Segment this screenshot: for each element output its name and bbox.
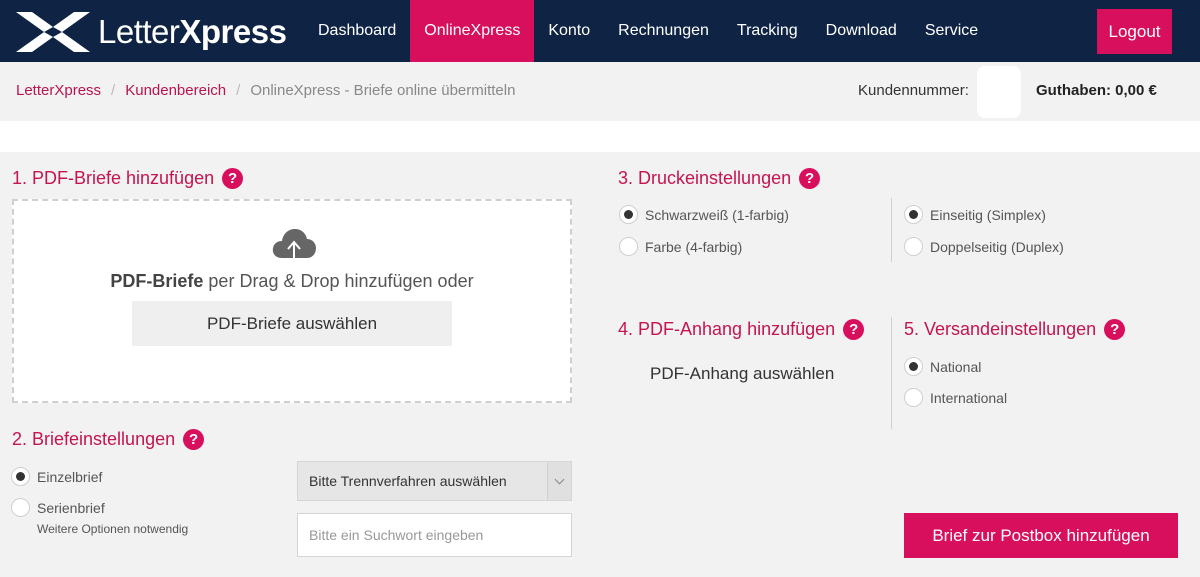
help-icon[interactable]: ? — [222, 168, 244, 189]
help-icon[interactable]: ? — [843, 319, 865, 340]
dropzone-text: PDF-Briefe per Drag & Drop hinzufügen od… — [110, 271, 474, 291]
section-title-text: 1. PDF-Briefe hinzufügen — [12, 168, 215, 188]
chevron-down-icon[interactable] — [547, 462, 571, 500]
help-icon[interactable]: ? — [799, 168, 821, 189]
balance: Guthaben: 0,00 € — [1036, 82, 1157, 99]
select-value: Bitte Trennverfahren auswählen — [309, 473, 507, 489]
cloud-upload-icon — [272, 229, 316, 260]
section-pdf-letters-title: 1. PDF-Briefe hinzufügen ? — [12, 168, 244, 189]
breadcrumb: LetterXpress / Kundenbereich / OnlineXpr… — [16, 82, 515, 99]
logout-button[interactable]: Logout — [1097, 9, 1172, 54]
section-title-text: 4. PDF-Anhang hinzufügen — [618, 319, 836, 339]
section-title-text: 5. Versandeinstellungen — [904, 319, 1097, 339]
radio-unselected-icon — [904, 388, 923, 407]
help-icon[interactable]: ? — [183, 429, 205, 450]
logo-text: LetterXpress — [98, 13, 287, 50]
section-shipping-settings-title: 5. Versandeinstellungen ? — [904, 319, 1126, 340]
nav-konto[interactable]: Konto — [534, 0, 604, 62]
radio-label: Einzelbrief — [37, 468, 103, 485]
breadcrumb-kundenbereich[interactable]: Kundenbereich — [125, 82, 226, 99]
nav-onlinexpress[interactable]: OnlineXpress — [410, 0, 535, 62]
add-to-postbox-button[interactable]: Brief zur Postbox hinzufügen — [904, 513, 1178, 558]
breadcrumb-bar: LetterXpress / Kundenbereich / OnlineXpr… — [0, 62, 1200, 121]
serienbrief-hint: Weitere Optionen notwendig — [37, 522, 189, 536]
nav-download[interactable]: Download — [812, 0, 911, 62]
radio-label: Doppelseitig (Duplex) — [930, 238, 1064, 255]
radio-label: Einseitig (Simplex) — [930, 206, 1046, 223]
radio-selected-icon — [904, 357, 923, 376]
radio-selected-icon — [619, 205, 638, 224]
radio-international[interactable]: International — [904, 388, 1007, 407]
section-title-text: 3. Druckeinstellungen — [618, 168, 792, 188]
radio-einzelbrief[interactable]: Einzelbrief — [11, 467, 102, 486]
radio-label: Serienbrief — [37, 499, 105, 516]
radio-label: International — [930, 389, 1008, 406]
breadcrumb-separator: / — [111, 82, 116, 99]
section-letter-settings-title: 2. Briefeinstellungen ? — [12, 429, 205, 450]
top-navigation-bar: LetterXpress Dashboard OnlineXpress Kont… — [0, 0, 1200, 62]
select-pdf-letters-button[interactable]: PDF-Briefe auswählen — [132, 301, 452, 346]
radio-schwarzweiss[interactable]: Schwarzweiß (1-farbig) — [619, 205, 789, 224]
nav-rechnungen[interactable]: Rechnungen — [604, 0, 723, 62]
divider — [891, 198, 892, 262]
customer-number-label: Kundennummer: — [858, 82, 969, 99]
radio-unselected-icon — [619, 237, 638, 256]
divider — [891, 317, 892, 429]
separator-method-select[interactable]: Bitte Trennverfahren auswählen — [297, 461, 572, 501]
section-title-text: 2. Briefeinstellungen — [12, 429, 176, 449]
radio-farbe[interactable]: Farbe (4-farbig) — [619, 237, 742, 256]
radio-unselected-icon — [904, 237, 923, 256]
customer-number-redacted — [977, 66, 1021, 118]
breadcrumb-separator: / — [236, 82, 241, 99]
help-icon[interactable]: ? — [1104, 319, 1126, 340]
radio-duplex[interactable]: Doppelseitig (Duplex) — [904, 237, 1064, 256]
nav-dashboard[interactable]: Dashboard — [304, 0, 410, 62]
radio-national[interactable]: National — [904, 357, 981, 376]
radio-simplex[interactable]: Einseitig (Simplex) — [904, 205, 1046, 224]
breadcrumb-letterxpress[interactable]: LetterXpress — [16, 82, 101, 99]
letterxpress-x-logo-icon — [16, 12, 90, 52]
radio-selected-icon — [904, 205, 923, 224]
radio-label: Farbe (4-farbig) — [645, 238, 743, 255]
nav-service[interactable]: Service — [911, 0, 992, 62]
breadcrumb-current: OnlineXpress - Briefe online übermitteln — [250, 82, 516, 99]
nav-tracking[interactable]: Tracking — [723, 0, 812, 62]
section-print-settings-title: 3. Druckeinstellungen ? — [618, 168, 821, 189]
keyword-search-input[interactable] — [297, 513, 572, 557]
section-pdf-attachment-title: 4. PDF-Anhang hinzufügen ? — [618, 319, 865, 340]
radio-serienbrief[interactable]: Serienbrief — [11, 498, 105, 517]
radio-label: Schwarzweiß (1-farbig) — [645, 206, 789, 223]
main-nav: Dashboard OnlineXpress Konto Rechnungen … — [304, 0, 992, 62]
radio-unselected-icon — [11, 498, 30, 517]
select-pdf-attachment-button[interactable]: PDF-Anhang auswählen — [650, 364, 834, 384]
radio-selected-icon — [11, 467, 30, 486]
logo[interactable]: LetterXpress — [14, 8, 287, 56]
radio-label: National — [930, 358, 982, 375]
pdf-dropzone[interactable]: PDF-Briefe per Drag & Drop hinzufügen od… — [12, 199, 572, 403]
